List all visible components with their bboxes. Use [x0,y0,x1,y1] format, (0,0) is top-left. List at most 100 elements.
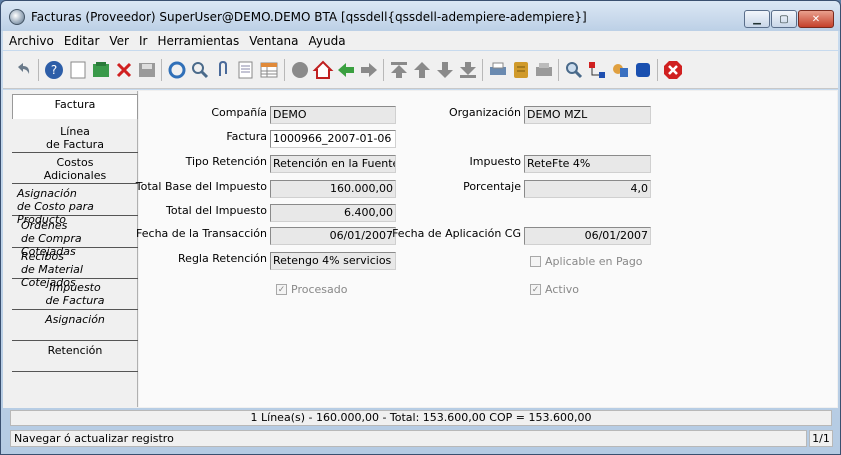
new-record-icon[interactable] [67,59,89,81]
undo-icon[interactable] [12,59,34,81]
summary-bar: 1 Línea(s) - 160.000,00 - Total: 153.600… [10,410,832,426]
tab-factura[interactable]: Factura [12,94,138,119]
tab-label: de Factura [45,294,105,307]
product-info-icon[interactable] [632,59,654,81]
form-panel: Compañía DEMO Organización DEMO MZL Fact… [135,91,837,407]
fecha-transaccion-label: Fecha de la Transacción [136,227,267,240]
total-impuesto-field[interactable]: 6.400,00 [270,204,396,222]
previous-record-icon[interactable] [411,59,433,81]
tab-label: Recibos [21,250,64,263]
history-icon[interactable] [235,59,257,81]
application-window: Facturas (Proveedor) SuperUser@DEMO.DEMO… [0,0,841,455]
impuesto-field[interactable]: ReteFte 4% [524,155,651,173]
minimize-icon: ▁ [753,13,761,25]
tab-asignacion[interactable]: Asignación [12,313,138,341]
procesado-checkbox[interactable]: ✓ Procesado [276,283,347,296]
window-title: Facturas (Proveedor) SuperUser@DEMO.DEMO… [31,10,587,24]
regla-retencion-field[interactable]: Retengo 4% servicios a p [270,252,396,270]
fecha-aplicacion-label: Fecha de Aplicación CG [392,227,521,240]
tab-label: Impuesto [49,281,101,294]
next-record-icon[interactable] [434,59,456,81]
copy-record-icon[interactable] [90,59,112,81]
attachment-icon[interactable] [212,59,234,81]
find-icon[interactable] [189,59,211,81]
menu-bar: Archivo Editar Ver Ir Herramientas Venta… [3,31,838,50]
tab-costos-adicionales[interactable]: Costos Adicionales [12,156,138,184]
title-bar[interactable]: Facturas (Proveedor) SuperUser@DEMO.DEMO… [1,1,840,31]
grid-toggle-icon[interactable] [258,59,280,81]
parent-icon[interactable] [289,59,311,81]
status-message: Navegar ó actualizar registro [10,430,807,447]
compania-label: Compañía [211,106,267,119]
minimize-button[interactable]: ▁ [744,10,770,28]
tab-label: Factura [54,98,96,111]
maximize-button[interactable]: ▢ [771,10,797,28]
tab-asignacion-costo-producto[interactable]: Asignación de Costo para Producto [12,187,138,226]
delete-icon[interactable] [113,59,135,81]
refresh-icon[interactable] [166,59,188,81]
tab-ordenes-compra-cotejadas[interactable]: Órdenes de Compra Cotejadas [12,219,138,258]
zoom-across-icon[interactable] [563,59,585,81]
tab-label: Adicionales [43,169,107,182]
tab-label: Asignación [45,313,105,326]
impuesto-label: Impuesto [469,155,521,168]
total-base-label: Total Base del Impuesto [135,180,267,193]
checkbox-label: Activo [545,283,579,296]
menu-ver[interactable]: Ver [105,34,133,48]
organizacion-field[interactable]: DEMO MZL [524,106,651,124]
exit-icon[interactable] [662,59,684,81]
close-button[interactable]: ✕ [798,10,834,28]
regla-retencion-label: Regla Retención [178,252,267,265]
porcentaje-field[interactable]: 4,0 [524,180,651,198]
first-record-icon[interactable] [388,59,410,81]
report-icon[interactable] [510,59,532,81]
app-icon [9,9,25,25]
print-icon[interactable] [487,59,509,81]
menu-ayuda[interactable]: Ayuda [305,34,350,48]
toolbar: ? [3,51,838,89]
svg-text:?: ? [51,63,57,77]
close-icon: ✕ [811,13,821,25]
workflow-icon[interactable] [586,59,608,81]
back-icon[interactable] [335,59,357,81]
aplicable-en-pago-checkbox[interactable]: Aplicable en Pago [530,255,643,268]
tab-label: Órdenes [21,219,68,232]
fecha-aplicacion-field[interactable]: 06/01/2007 [524,227,651,245]
porcentaje-label: Porcentaje [463,180,521,193]
tipo-retencion-field[interactable]: Retención en la Fuente C: [270,155,396,173]
organizacion-label: Organización [448,106,521,119]
record-indicator[interactable]: 1/1 [809,430,833,447]
total-base-field[interactable]: 160.000,00 [270,180,396,198]
archive-icon[interactable] [533,59,555,81]
checkbox-box [530,256,541,267]
factura-field[interactable]: 1000966_2007-01-06 00: [270,130,396,148]
home-icon[interactable] [312,59,334,81]
activo-checkbox[interactable]: ✓ Activo [530,283,579,296]
tab-linea-de-factura[interactable]: Línea de Factura [12,125,138,153]
tab-list: Factura Línea de Factura Costos Adicionale… [12,91,138,407]
request-icon[interactable] [609,59,631,81]
tab-recibos-material-cotejados[interactable]: Recibos de Material Cotejados [12,250,138,289]
tab-label: de Factura [46,138,104,151]
fecha-transaccion-field[interactable]: 06/01/2007 [270,227,396,245]
menu-editar[interactable]: Editar [60,34,104,48]
last-record-icon[interactable] [457,59,479,81]
tipo-retencion-label: Tipo Retención [185,155,267,168]
menu-ir[interactable]: Ir [135,34,151,48]
content-area: Factura Línea de Factura Costos Adicionale… [3,90,838,408]
checkmark-icon: ✓ [530,284,541,295]
save-icon[interactable] [136,59,158,81]
checkbox-label: Procesado [291,283,348,296]
menu-ventana[interactable]: Ventana [245,34,302,48]
compania-field[interactable]: DEMO [270,106,396,124]
tab-label: Asignación [17,187,77,200]
maximize-icon: ▢ [779,13,789,25]
checkmark-icon: ✓ [276,284,287,295]
tab-impuesto-de-factura[interactable]: Impuesto de Factura [12,281,138,310]
tab-retencion[interactable]: Retención [12,344,138,372]
forward-icon[interactable] [358,59,380,81]
menu-herramientas[interactable]: Herramientas [153,34,243,48]
help-icon[interactable]: ? [43,59,65,81]
menu-archivo[interactable]: Archivo [5,34,58,48]
tab-label: Línea [60,125,90,138]
